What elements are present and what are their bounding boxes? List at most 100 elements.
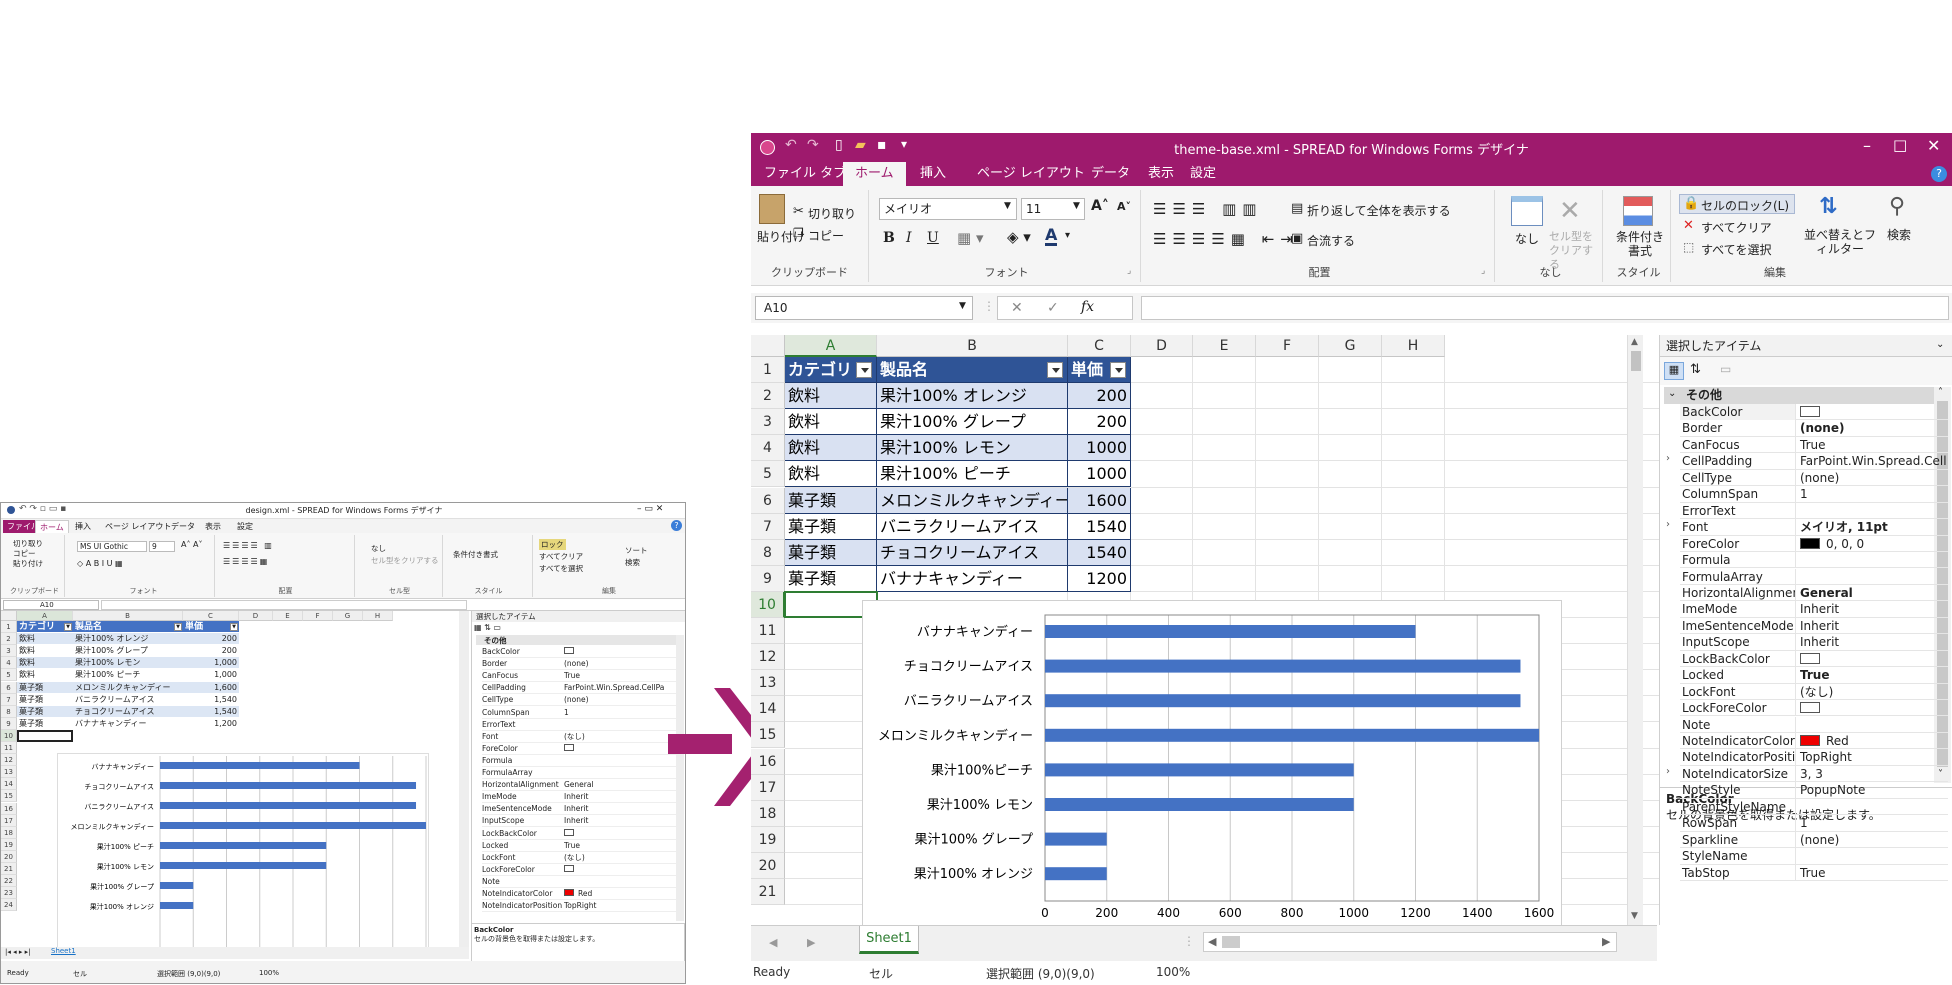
small-lock-button[interactable]: ロック [539,539,566,550]
row-header-10[interactable]: 10 [751,591,785,618]
small-row-header[interactable]: 10 [1,729,17,742]
close-icon[interactable]: ✕ [1927,136,1940,155]
table-cell[interactable]: 1000 [1068,461,1131,488]
small-property-row[interactable]: CanFocus True [482,670,684,683]
small-table-cell[interactable]: 飲料 [17,645,73,658]
small-active-cell[interactable] [17,729,73,742]
small-table-cell[interactable]: 200 [183,645,239,658]
small-property-value[interactable] [564,743,682,754]
property-pages-icon[interactable]: ▭ [1720,362,1731,376]
tab-view[interactable]: 表示 [1139,162,1183,186]
small-align-icons-2[interactable]: ☰☰☰☰▦ [223,557,269,566]
formula-input[interactable] [1141,296,1949,320]
small-table-cell[interactable]: 飲料 [17,633,73,646]
table-cell[interactable]: バニラクリームアイス [877,513,1068,540]
tab-page-layout[interactable]: ページ レイアウト [968,162,1094,186]
small-property-value[interactable]: Inherit [564,803,682,814]
table-cell[interactable]: 菓子類 [785,513,877,540]
clear-all-icon[interactable]: ✕ [1683,218,1694,233]
tab-data[interactable]: データ [1082,162,1139,186]
small-table-cell[interactable]: 菓子類 [17,705,73,718]
small-property-row[interactable]: LockBackColor [482,828,684,840]
small-property-value[interactable]: True [564,670,682,681]
table-cell[interactable]: 果汁100% レモン [877,435,1068,462]
property-row[interactable]: NoteIndicatorPositio TopRight [1680,749,1948,766]
grid-corner[interactable] [751,335,785,357]
tab-settings[interactable]: 設定 [1181,162,1225,186]
lock-icon[interactable]: 🔒 [1683,196,1699,211]
small-property-value[interactable]: Red [564,888,682,899]
small-row-header[interactable]: 1 [1,621,17,634]
sheet-grid[interactable]: A B C D E F G H 1 2 3 4 5 6 7 8 9 10 11 12 13 14 15 16 17 18 19 20 2… [751,335,1751,925]
small-row-header[interactable]: 24 [1,899,17,912]
row-header-12[interactable]: 12 [751,644,785,671]
small-property-value[interactable]: (none) [564,658,682,669]
property-row[interactable]: ForeColor 0, 0, 0 [1680,535,1948,552]
small-property-row[interactable]: LockFont (なし) [482,852,684,864]
props-category[interactable]: その他 [1664,387,1934,404]
table-cell[interactable]: 飲料 [785,383,877,410]
small-row-header[interactable]: 17 [1,814,17,827]
select-all-button[interactable]: すべてを選択 [1701,241,1771,258]
small-property-value[interactable]: (none) [564,694,682,705]
paste-icon[interactable] [759,194,785,224]
small-table-cell[interactable]: 1,200 [183,717,239,730]
small-property-value[interactable] [564,646,682,657]
small-table-cell[interactable]: 菓子類 [17,681,73,694]
table-cell[interactable]: 飲料 [785,461,877,488]
small-row-header[interactable]: 2 [1,633,17,646]
small-row-header[interactable]: 16 [1,802,17,815]
small-table-cell[interactable]: バナナキャンディー [73,717,183,730]
small-row-header[interactable]: 13 [1,766,17,779]
property-value[interactable] [1798,404,1946,420]
row-header-7[interactable]: 7 [751,513,785,540]
property-value[interactable]: メイリオ, 11pt [1798,519,1946,535]
small-property-row[interactable]: ImeSentenceMode Inherit [482,803,684,816]
property-row[interactable]: Border (none) [1680,420,1948,437]
table-cell[interactable]: 飲料 [785,435,877,462]
property-value[interactable]: 1 [1798,486,1946,502]
filter-dropdown-icon[interactable] [1110,362,1126,378]
table-cell[interactable]: 1540 [1068,513,1131,540]
small-paste-button[interactable]: 貼り付け [13,559,43,569]
property-value[interactable]: Inherit [1798,634,1946,650]
small-column-header[interactable]: B [73,611,183,621]
small-column-header[interactable]: A [17,611,73,621]
small-table-cell[interactable]: 1,000 [183,657,239,670]
property-value[interactable] [1798,651,1946,667]
row-header-17[interactable]: 17 [751,774,785,801]
tab-split-icon[interactable]: ⋮ [1183,934,1195,948]
small-row-header[interactable]: 4 [1,657,17,670]
small-property-value[interactable]: General [564,779,682,790]
table-cell[interactable]: 果汁100% グレープ [877,409,1068,436]
shrink-font-icon[interactable]: A˅ [1117,200,1131,213]
small-cut-button[interactable]: 切り取り [13,539,43,549]
row-header-5[interactable]: 5 [751,461,785,488]
property-value[interactable]: (none) [1798,470,1946,486]
small-property-row[interactable]: LockForeColor [482,864,684,876]
property-value[interactable]: Inherit [1798,618,1946,634]
column-header-b[interactable]: B [877,335,1068,357]
hscroll-right-icon[interactable]: ▶ [1602,935,1610,948]
tab-file[interactable]: ファイル タブ [755,162,855,186]
small-row-header[interactable]: 22 [1,875,17,888]
small-property-value[interactable] [564,828,682,839]
small-grid-corner[interactable] [1,611,17,621]
border-icon[interactable]: ▦ ▾ [957,229,983,247]
enter-icon[interactable]: ✓ [1047,300,1059,316]
small-format-icons[interactable]: ◇ A B I U ▦ [77,559,123,568]
row-header-20[interactable]: 20 [751,852,785,879]
column-header-a[interactable]: A [785,335,877,357]
tab-insert[interactable]: 挿入 [911,162,955,186]
small-props-category[interactable]: その他 [476,635,676,645]
conditional-format-button[interactable]: 条件付き書式 [1611,230,1669,258]
vertical-scrollbar[interactable]: ▲ ▼ [1627,335,1643,925]
props-header-dropdown-icon[interactable]: ⌄ [1936,339,1944,350]
small-row-header[interactable]: 12 [1,754,17,767]
minimize-icon[interactable]: – [1863,136,1871,155]
small-row-header[interactable]: 23 [1,887,17,900]
property-value[interactable]: PopupNote [1798,782,1946,798]
tab-home[interactable]: ホーム [843,162,906,186]
property-row[interactable]: RowSpan 1 [1680,815,1948,832]
small-table-cell[interactable]: 飲料 [17,657,73,670]
